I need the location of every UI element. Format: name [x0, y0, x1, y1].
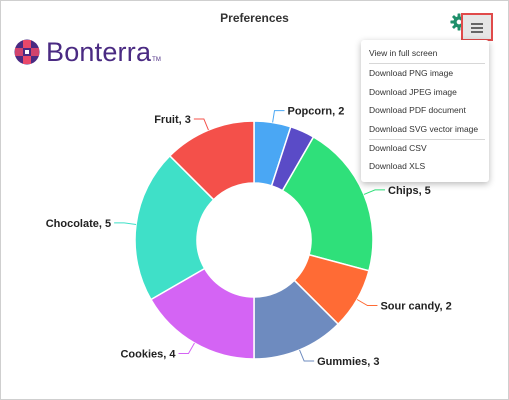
- label-connector: [114, 222, 137, 225]
- menu-item-download-csv[interactable]: Download CSV: [369, 143, 427, 153]
- data-label: Chips, 5: [388, 185, 431, 197]
- data-label: Sour candy, 2: [380, 301, 451, 313]
- export-menu: View in full screen Download PNG image D…: [361, 40, 489, 182]
- menu-item-download-svg[interactable]: Download SVG vector image: [369, 124, 478, 134]
- label-connector: [299, 349, 315, 362]
- label-connector: [193, 118, 209, 131]
- menu-divider: [369, 139, 485, 140]
- label-connector: [356, 299, 378, 306]
- label-connector: [363, 189, 386, 195]
- menu-item-download-png[interactable]: Download PNG image: [369, 68, 453, 78]
- menu-item-download-jpeg[interactable]: Download JPEG image: [369, 87, 457, 97]
- menu-item-full-screen[interactable]: View in full screen: [369, 48, 437, 58]
- data-label: Fruit, 3: [154, 114, 191, 126]
- data-label: Cookies, 4: [120, 348, 176, 360]
- menu-divider: [369, 63, 485, 64]
- label-connector: [178, 342, 195, 354]
- menu-item-download-pdf[interactable]: Download PDF document: [369, 105, 466, 115]
- label-connector: [272, 110, 285, 123]
- data-label: Gummies, 3: [317, 356, 379, 368]
- menu-item-download-xls[interactable]: Download XLS: [369, 161, 425, 171]
- data-label: Chocolate, 5: [46, 218, 111, 230]
- data-label: Popcorn, 2: [287, 106, 344, 118]
